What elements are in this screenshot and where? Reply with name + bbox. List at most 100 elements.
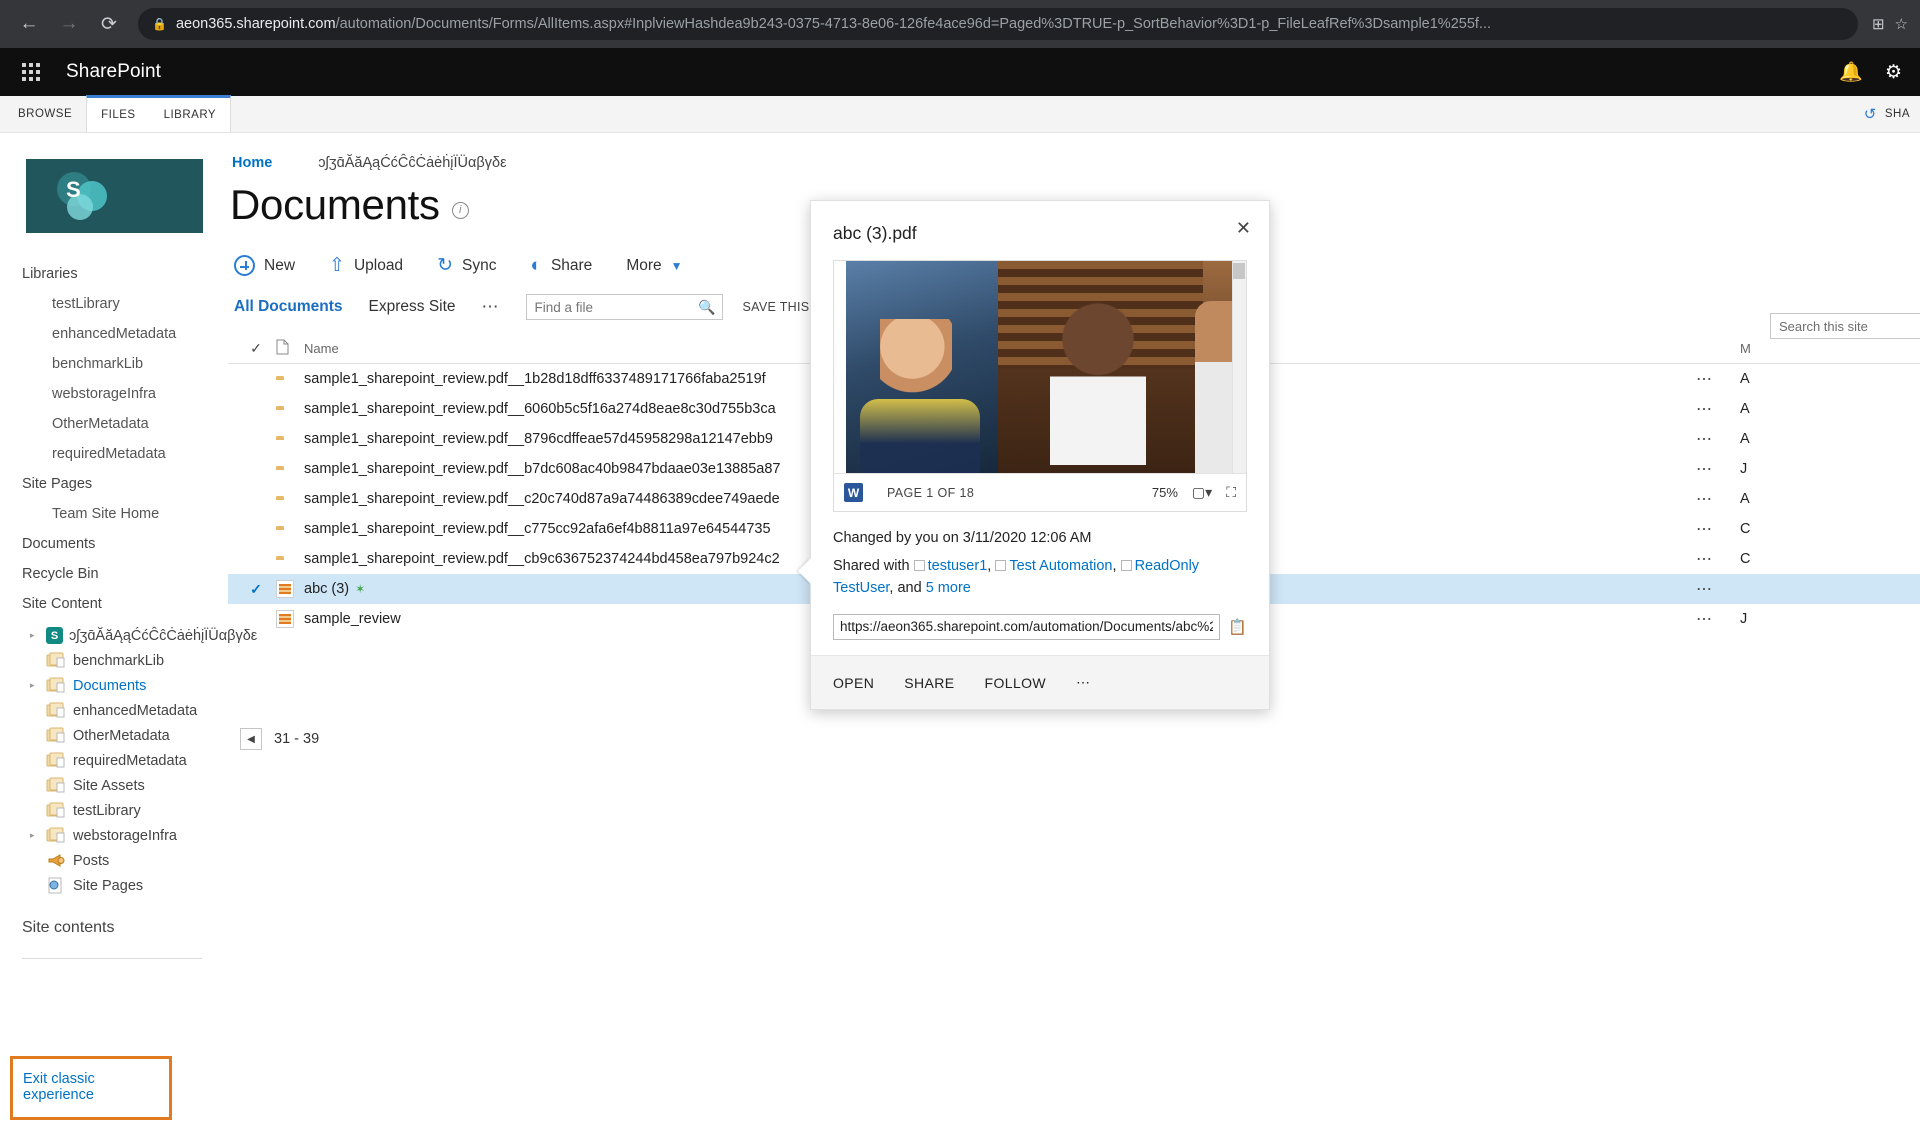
find-a-file-input[interactable] (532, 298, 699, 316)
upload-button[interactable]: ⇧ Upload (329, 256, 403, 275)
sidebar-item-enhancedmetadata[interactable]: enhancedMetadata (0, 319, 228, 349)
sidebar-group-sitepages[interactable]: Site Pages (0, 469, 228, 499)
sidebar-group-sitecontent[interactable]: Site Content (0, 589, 228, 619)
pager-prev-button[interactable]: ◀ (240, 728, 262, 750)
follow-action[interactable]: FOLLOW (985, 675, 1047, 691)
share-button[interactable]: ◐ Share (530, 256, 592, 275)
sidebar-nav: Libraries testLibrary enhancedMetadata b… (0, 259, 228, 619)
sidebar-item-webstorageinfra[interactable]: webstorageInfra (0, 379, 228, 409)
chevron-right-icon[interactable]: ▸ (30, 680, 40, 691)
sync-button[interactable]: ↻ Sync (437, 256, 496, 275)
preview-image (846, 261, 1246, 481)
sidebar-site-contents[interactable]: Site contents (0, 912, 228, 944)
new-button[interactable]: New (234, 255, 295, 276)
tree-item-othermetadata[interactable]: ▸ OtherMetadata (0, 723, 228, 748)
page-title: Documents (230, 181, 440, 228)
app-launcher-icon[interactable] (14, 55, 48, 89)
sidebar-item-teamsitehome[interactable]: Team Site Home (0, 499, 228, 529)
suite-title[interactable]: SharePoint (66, 61, 161, 83)
row-ellipsis-icon[interactable]: ⋯ (1696, 609, 1740, 629)
chevron-right-icon[interactable]: ▸ (30, 830, 40, 841)
site-search-box[interactable] (1770, 313, 1920, 339)
row-ellipsis-icon[interactable]: ⋯ (1696, 549, 1740, 569)
row-ellipsis-icon[interactable]: ⋯ (1696, 519, 1740, 539)
notifications-icon[interactable]: 🔔 (1839, 63, 1863, 82)
share-action[interactable]: SHARE (904, 675, 954, 691)
sidebar-group-documents[interactable]: Documents (0, 529, 228, 559)
more-actions-ellipsis-icon[interactable]: ⋯ (1076, 674, 1090, 691)
sidebar-group-libraries[interactable]: Libraries (0, 259, 228, 289)
row-ellipsis-icon[interactable]: ⋯ (1696, 579, 1740, 599)
tab-files[interactable]: FILES (86, 95, 150, 132)
preview-vertical-scrollbar[interactable] (1232, 261, 1246, 473)
open-action[interactable]: OPEN (833, 675, 874, 691)
tree-item-requiredmetadata[interactable]: ▸ requiredMetadata (0, 748, 228, 773)
search-icon[interactable]: 🔍 (698, 299, 715, 316)
row-checkbox[interactable]: ✓ (236, 581, 276, 598)
breadcrumb-home[interactable]: Home (232, 155, 272, 171)
info-icon[interactable]: i (451, 201, 469, 219)
sidebar-item-benchmarklib[interactable]: benchmarkLib (0, 349, 228, 379)
scrollbar-thumb[interactable] (1233, 263, 1245, 279)
gear-icon[interactable]: ⚙ (1885, 63, 1902, 82)
sidebar-item-testlibrary[interactable]: testLibrary (0, 289, 228, 319)
chevron-right-icon[interactable]: ▸ (30, 630, 40, 641)
fullscreen-icon[interactable]: ⛶ (1226, 484, 1236, 501)
copy-icon[interactable]: 📋 (1228, 618, 1247, 636)
sidebar-item-othermetadata[interactable]: OtherMetadata (0, 409, 228, 439)
more-label: More (626, 256, 662, 274)
more-button[interactable]: More ▼ (626, 257, 682, 275)
row-ellipsis-icon[interactable]: ⋯ (1696, 489, 1740, 509)
document-preview[interactable]: PAGE 1 OF 18 75% ▢▾ ⛶ (833, 260, 1247, 512)
tree-item-documents[interactable]: ▸ Documents (0, 673, 228, 698)
row-ellipsis-icon[interactable]: ⋯ (1696, 399, 1740, 419)
preview-toolbar: PAGE 1 OF 18 75% ▢▾ ⛶ (834, 473, 1246, 511)
library-icon (46, 727, 67, 744)
view-more-ellipsis-icon[interactable]: ⋯ (482, 297, 500, 317)
tree-item-testlibrary[interactable]: ▸ testLibrary (0, 798, 228, 823)
tree-item-enhancedmetadata[interactable]: ▸ enhancedMetadata (0, 698, 228, 723)
row-ellipsis-icon[interactable]: ⋯ (1696, 459, 1740, 479)
share-icon[interactable]: ↺ (1864, 105, 1877, 123)
sidebar-group-recyclebin[interactable]: Recycle Bin (0, 559, 228, 589)
tab-library[interactable]: LIBRARY (149, 95, 232, 132)
tree-item-posts[interactable]: ▸ Posts (0, 848, 228, 873)
tree-item-sitepages[interactable]: ▸ Site Pages (0, 873, 228, 898)
view-tab-express-site[interactable]: Express Site (369, 298, 456, 316)
row-ellipsis-icon[interactable]: ⋯ (1696, 429, 1740, 449)
share-label[interactable]: SHA (1885, 108, 1910, 120)
back-button[interactable]: ← (12, 7, 46, 41)
forward-button[interactable]: → (52, 7, 86, 41)
column-header-modified[interactable]: M (1740, 341, 1920, 356)
select-all-check-icon[interactable]: ✓ (236, 340, 276, 357)
tree-item-siteassets[interactable]: ▸ Site Assets (0, 773, 228, 798)
shared-person-1[interactable]: testuser1 (928, 558, 988, 574)
tree-item-site[interactable]: ▸ ɔʃʒɑ̄ĂăĄąĆćĈĉĊȧėḣįÏÜαβγδε (0, 623, 257, 648)
exit-classic-experience-link[interactable]: Exit classic experience (23, 1071, 161, 1103)
sidebar-divider (22, 958, 202, 959)
address-bar[interactable]: 🔒 aeon365.sharepoint.com/automation/Docu… (138, 8, 1858, 40)
tab-browse[interactable]: BROWSE (0, 96, 86, 132)
preview-photo-left (846, 261, 998, 473)
reload-button[interactable]: ⟳ (92, 7, 126, 41)
bookmark-star-icon[interactable]: ☆ (1895, 15, 1908, 33)
changed-by-text: Changed by you on 3/11/2020 12:06 AM (833, 530, 1092, 546)
shared-and-label: and (897, 579, 922, 596)
site-search-input[interactable] (1777, 317, 1920, 335)
row-ellipsis-icon[interactable]: ⋯ (1696, 369, 1740, 389)
address-bar-url: aeon365.sharepoint.com/automation/Docume… (176, 16, 1491, 32)
page-layout-icon[interactable]: ▢▾ (1192, 484, 1212, 501)
install-app-icon[interactable]: ⊞ (1872, 15, 1885, 33)
pager-range: 31 - 39 (274, 731, 320, 747)
close-icon[interactable]: ✕ (1232, 215, 1255, 241)
shared-indicator-icon: ✶ (355, 582, 366, 596)
find-a-file-box[interactable]: 🔍 (525, 294, 723, 320)
sidebar-item-requiredmetadata[interactable]: requiredMetadata (0, 439, 228, 469)
view-tab-all-documents[interactable]: All Documents (234, 298, 343, 316)
shared-more-link[interactable]: 5 more (926, 580, 971, 596)
shared-person-2[interactable]: Test Automation (1009, 558, 1112, 574)
sidebar-tree: ▸ ɔʃʒɑ̄ĂăĄąĆćĈĉĊȧėḣįÏÜαβγδε ▸ benchmarkL… (0, 623, 257, 898)
tree-item-benchmarklib[interactable]: ▸ benchmarkLib (0, 648, 228, 673)
file-url-input[interactable] (833, 613, 1221, 640)
tree-item-webstorageinfra[interactable]: ▸ webstorageInfra (0, 823, 228, 848)
